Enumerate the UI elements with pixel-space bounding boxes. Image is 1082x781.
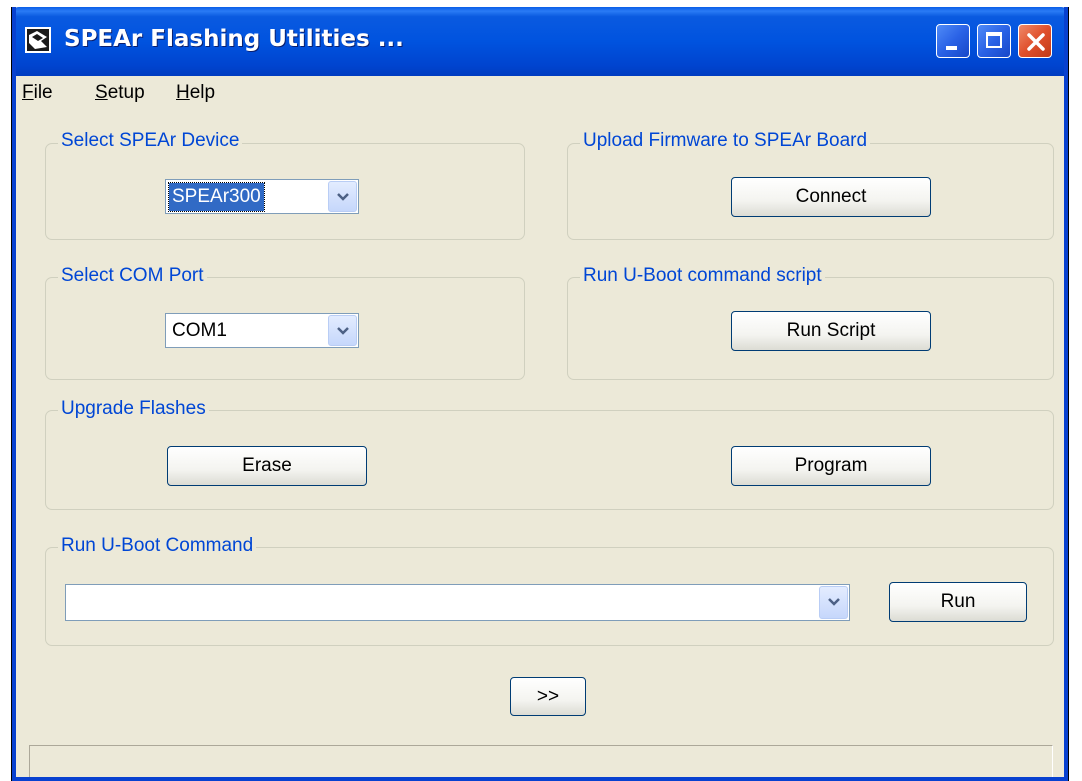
run-button[interactable]: Run xyxy=(889,582,1027,622)
device-select[interactable]: SPEAr300 xyxy=(165,179,359,214)
command-input[interactable] xyxy=(65,584,850,621)
device-group-label: Select SPEAr Device xyxy=(58,130,243,152)
menu-file-accel: F xyxy=(22,82,34,103)
close-icon[interactable] xyxy=(1018,24,1052,58)
menu-setup-label: etup xyxy=(107,82,145,103)
script-group-label: Run U-Boot command script xyxy=(580,265,825,287)
flash-group-label: Upgrade Flashes xyxy=(58,398,209,420)
window-frame xyxy=(12,7,1068,781)
erase-button[interactable]: Erase xyxy=(167,446,367,486)
program-button[interactable]: Program xyxy=(731,446,931,486)
chevron-down-icon[interactable] xyxy=(328,181,357,212)
menu-help[interactable]: Help xyxy=(176,82,215,104)
menu-setup[interactable]: Setup xyxy=(95,82,145,104)
com-port-value: COM1 xyxy=(172,320,227,341)
menu-file[interactable]: File xyxy=(22,82,53,104)
run-script-button[interactable]: Run Script xyxy=(731,311,931,351)
upload-group-label: Upload Firmware to SPEAr Board xyxy=(580,130,871,152)
chevron-down-icon[interactable] xyxy=(328,315,357,346)
maximize-icon[interactable] xyxy=(977,24,1011,58)
title-bar[interactable]: SPEAr Flashing Utilities ... xyxy=(12,7,1068,76)
command-group-label: Run U-Boot Command xyxy=(58,535,257,557)
chevron-down-icon[interactable] xyxy=(819,586,848,619)
com-port-select[interactable]: COM1 xyxy=(165,313,359,348)
com-group-label: Select COM Port xyxy=(58,265,207,287)
minimize-icon[interactable] xyxy=(936,24,970,58)
menu-help-accel: H xyxy=(176,82,190,103)
device-select-value: SPEAr300 xyxy=(168,182,265,212)
expand-button[interactable]: >> xyxy=(510,677,586,716)
menu-setup-accel: S xyxy=(95,82,108,103)
menu-help-label: elp xyxy=(189,82,216,103)
app-window: SPEAr Flashing Utilities ... File Setup … xyxy=(11,7,1069,781)
window-title: SPEAr Flashing Utilities ... xyxy=(64,26,404,52)
spear-app-icon xyxy=(25,27,51,53)
connect-button[interactable]: Connect xyxy=(731,177,931,217)
menu-bar: File Setup Help xyxy=(16,76,1066,109)
status-bar xyxy=(29,745,1053,779)
menu-file-label: ile xyxy=(33,82,53,103)
